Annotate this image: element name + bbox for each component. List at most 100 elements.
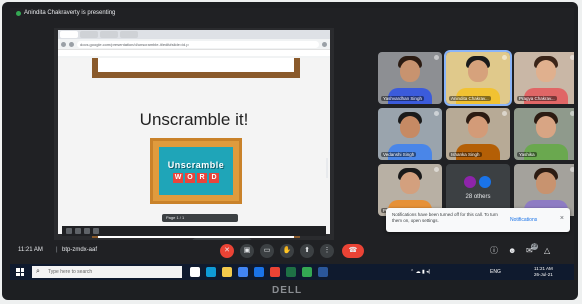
search-icon: ⌕ [36, 268, 40, 275]
browser-tab[interactable] [80, 31, 98, 38]
participant-face [400, 60, 420, 82]
reload-icon[interactable] [69, 41, 74, 47]
participant-name: Pragya Chakrav... [517, 96, 557, 101]
address-bar[interactable]: docs.google.com/presentation/d/unscrambl… [77, 40, 319, 48]
info-icon[interactable]: ⓘ [490, 246, 498, 256]
tile-options-icon[interactable] [434, 167, 439, 172]
word-icon[interactable] [318, 267, 328, 277]
profile-icon[interactable] [322, 41, 327, 47]
tile-options-icon[interactable] [434, 111, 439, 116]
activities-icon[interactable]: △ [544, 246, 550, 256]
tile-options-icon[interactable] [570, 55, 574, 60]
screen: Anindita Chakraverty is presenting docs.… [10, 8, 574, 280]
presenting-indicator-icon [16, 11, 21, 16]
camera-icon[interactable]: ▣ [240, 244, 254, 258]
tray-language[interactable]: ENG [490, 269, 501, 275]
participant-face [536, 172, 556, 194]
slide-frame-top [92, 58, 300, 78]
tile-options-icon[interactable] [570, 111, 574, 116]
tile-word-unscramble: Unscramble [167, 159, 225, 170]
tray-clock[interactable]: 11:21 AM 26-Jul-21 [534, 266, 553, 278]
participant-tile[interactable]: Pragya Chakrav... [514, 52, 574, 104]
file-explorer-icon[interactable] [222, 267, 232, 277]
participant-face [400, 116, 420, 138]
tile-options-icon[interactable] [434, 55, 439, 60]
tile-letter: R [197, 172, 207, 183]
participant-name: Anindita Chakrav... [449, 96, 491, 101]
shared-taskbar [62, 226, 326, 236]
browser-tab[interactable] [120, 31, 138, 38]
browser-tab[interactable] [60, 31, 78, 38]
tile-letter: D [209, 172, 219, 183]
hang-up-icon[interactable]: ☎ [342, 244, 364, 258]
mail-icon[interactable] [254, 267, 264, 277]
participant-grid: Yashvardhan Singh Anindita Chakrav... Prag… [370, 50, 574, 216]
notification-toast: Notifications have been turned off for t… [386, 208, 570, 232]
participant-face [400, 172, 420, 194]
close-icon[interactable]: × [560, 215, 564, 223]
participant-tile[interactable]: Yashvardhan Singh [378, 52, 442, 104]
unscramble-word-tile: Unscramble W O R D [150, 138, 242, 204]
captions-icon[interactable]: ▭ [260, 244, 274, 258]
app-icon [75, 228, 81, 234]
participant-name: Ishanka Singh [449, 152, 482, 157]
monitor-bezel: Anindita Chakraverty is presenting docs.… [2, 2, 578, 300]
participant-tile[interactable]: Anindita Chakrav... [444, 50, 512, 106]
others-avatars [464, 176, 491, 188]
photos-icon[interactable] [302, 267, 312, 277]
presenting-banner: Anindita Chakraverty is presenting [24, 10, 116, 16]
participant-tile[interactable]: Ishanka Singh [446, 108, 510, 160]
edge-icon[interactable] [206, 267, 216, 277]
people-icon[interactable]: ☻ [508, 246, 516, 256]
browser-tab[interactable] [100, 31, 118, 38]
participant-face [468, 60, 488, 82]
toast-link[interactable]: Notifications [510, 217, 537, 223]
tile-inner: Unscramble W O R D [159, 147, 233, 195]
toast-text: Notifications have been turned off for t… [392, 212, 498, 223]
store-icon[interactable] [238, 267, 248, 277]
monitor-logo: DELL [272, 285, 303, 296]
mic-off-icon[interactable]: ✕ [220, 244, 234, 258]
windows-taskbar: ⌕ Type here to search ⌃ ☁ ▮ ◂) ENG 11:21… [10, 264, 574, 280]
participant-face [536, 116, 556, 138]
tile-options-icon[interactable] [502, 111, 507, 116]
back-icon[interactable] [61, 41, 66, 47]
participant-tile[interactable]: Yashika [514, 108, 574, 160]
search-placeholder: Type here to search [48, 269, 93, 275]
windows-start-icon[interactable] [16, 268, 24, 276]
meeting-code: btp-zmdx-aaf [62, 247, 98, 253]
tile-word-letters: W O R D [173, 172, 219, 183]
shared-screen: docs.google.com/presentation/d/unscrambl… [54, 28, 334, 246]
tile-options-icon[interactable] [570, 167, 574, 172]
meeting-clock: 11:21 AM [18, 247, 43, 253]
browser-window: docs.google.com/presentation/d/unscrambl… [58, 30, 330, 58]
tray-date: 26-Jul-21 [534, 272, 553, 277]
bookmarks-bar [58, 49, 330, 56]
chrome-icon[interactable] [270, 267, 280, 277]
divider-handle[interactable] [326, 158, 328, 178]
browser-tabbar [58, 30, 330, 39]
excel-icon[interactable] [286, 267, 296, 277]
avatar [479, 176, 491, 188]
app-icon [93, 228, 99, 234]
present-icon[interactable]: ⬆ [300, 244, 314, 258]
participant-name: Yashika [517, 152, 537, 157]
participant-name: Vedanshi Singh [381, 152, 417, 157]
app-icon [84, 228, 90, 234]
slide-canvas: Unscramble it! Unscramble W O R D [58, 58, 330, 238]
windows-search-box[interactable]: ⌕ Type here to search [32, 266, 182, 278]
participant-tile[interactable]: Vedanshi Singh [378, 108, 442, 160]
raise-hand-icon[interactable]: ✋ [280, 244, 294, 258]
avatar [464, 176, 476, 188]
page-indicator[interactable]: Page 1 / 1 [162, 214, 238, 222]
browser-toolbar: docs.google.com/presentation/d/unscrambl… [58, 39, 330, 49]
chat-icon[interactable]: ✉ [526, 246, 533, 256]
tile-options-icon[interactable] [502, 55, 507, 60]
others-count: 28 others [465, 194, 491, 200]
task-view-icon[interactable] [190, 267, 200, 277]
photo-background: Anindita Chakraverty is presenting docs.… [0, 0, 582, 304]
tile-letter: W [173, 172, 183, 183]
participant-name: Yashvardhan Singh [381, 96, 424, 101]
more-options-icon[interactable]: ⋮ [320, 244, 334, 258]
tray-icons[interactable]: ⌃ ☁ ▮ ◂) [410, 269, 430, 275]
